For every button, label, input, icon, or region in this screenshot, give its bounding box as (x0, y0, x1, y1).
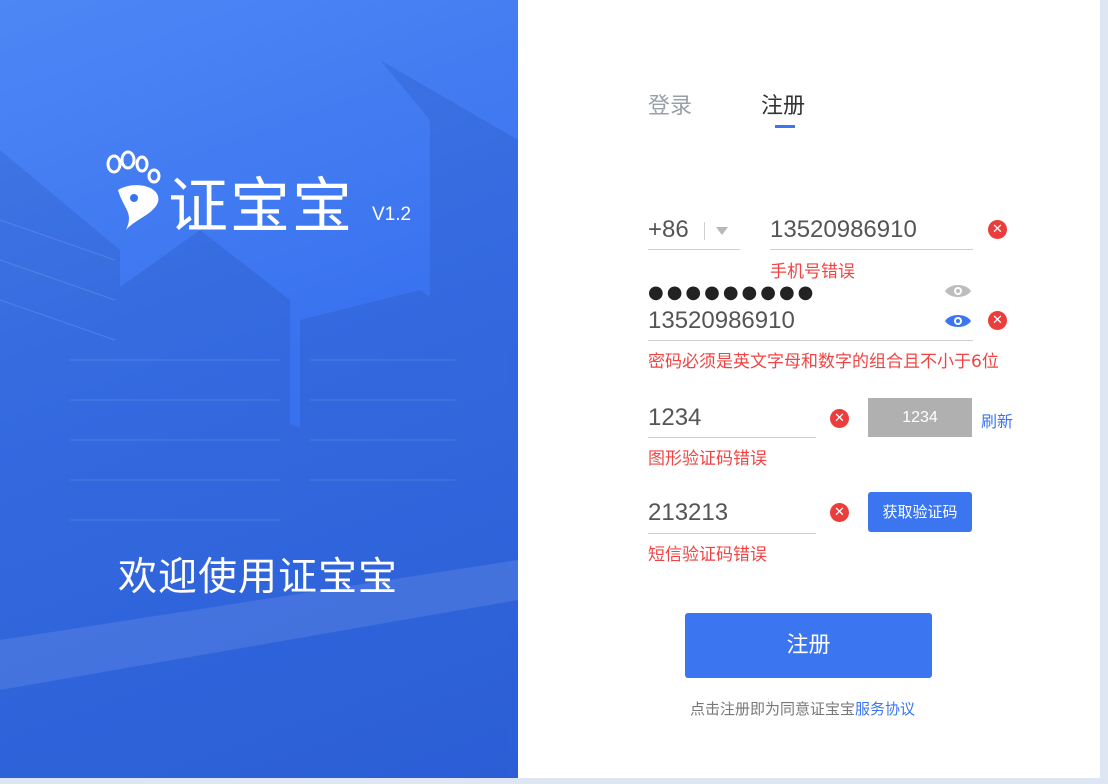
footprint-logo-icon (106, 150, 161, 230)
phone-clear-icon[interactable]: ✕ (988, 220, 1007, 239)
sms-clear-icon[interactable]: ✕ (830, 503, 849, 522)
tab-register[interactable]: 注册 (761, 88, 805, 120)
register-submit-button[interactable]: 注册 (685, 613, 932, 678)
agreement-text: 点击注册即为同意证宝宝服务协议 (690, 698, 915, 719)
service-agreement-link[interactable]: 服务协议 (855, 700, 915, 718)
sms-underline (648, 533, 816, 534)
sms-code-input[interactable]: 213213 (648, 499, 808, 527)
password-clear-icon[interactable]: ✕ (988, 311, 1007, 330)
country-code-value: +86 (648, 216, 689, 243)
password-visible-input[interactable]: 13520986910 (648, 307, 938, 335)
country-code-underline (648, 249, 740, 250)
captcha-error: 图形验证码错误 (648, 449, 767, 469)
chevron-down-icon (716, 227, 728, 235)
brand-version: V1.2 (372, 204, 412, 225)
agreement-prefix: 点击注册即为同意证宝宝 (690, 700, 856, 718)
brand-name: 证宝宝 (168, 172, 354, 242)
phone-underline (770, 249, 973, 250)
password-error: 密码必须是英文字母和数字的组合且不小于6位 (648, 352, 999, 372)
sms-error: 短信验证码错误 (648, 545, 767, 565)
captcha-image[interactable]: 1234 (868, 398, 972, 437)
divider (704, 222, 705, 240)
buildings-background (0, 60, 518, 778)
captcha-input[interactable]: 1234 (648, 404, 808, 432)
country-code-select[interactable]: +86 (648, 214, 740, 250)
app-window: 证宝宝 V1.2 欢迎使用证宝宝 登录 注册 +86 13520986910 ✕… (0, 0, 1100, 778)
captcha-underline (648, 437, 816, 438)
phone-error: 手机号错误 (770, 262, 855, 282)
brand-logo: 证宝宝 V1.2 (104, 150, 424, 242)
tab-login[interactable]: 登录 (648, 88, 692, 120)
password-masked-input[interactable]: ●●●●●●●●● (648, 282, 816, 303)
eye-visible-icon[interactable] (944, 312, 972, 330)
welcome-text: 欢迎使用证宝宝 (118, 555, 399, 600)
captcha-clear-icon[interactable]: ✕ (830, 409, 849, 428)
hero-panel: 证宝宝 V1.2 欢迎使用证宝宝 (0, 0, 518, 778)
active-tab-indicator (775, 125, 795, 128)
eye-hidden-icon[interactable] (944, 282, 972, 300)
phone-input[interactable]: 13520986910 (770, 216, 970, 244)
password-underline (648, 340, 973, 341)
get-sms-code-button[interactable]: 获取验证码 (868, 492, 972, 532)
captcha-refresh-link[interactable]: 刷新 (981, 408, 1013, 432)
register-panel: 登录 注册 +86 13520986910 ✕ 手机号错误 ●●●●●●●●● … (518, 0, 1100, 778)
